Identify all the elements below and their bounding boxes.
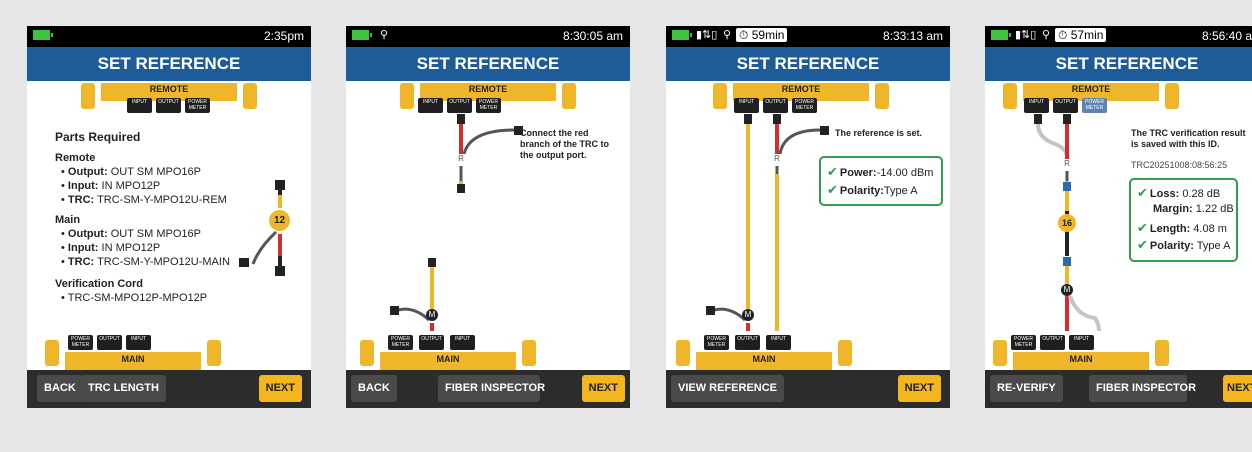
main-label: MAIN xyxy=(752,354,776,364)
m-marker: M xyxy=(742,309,754,321)
reference-result-box: ✔ Power:-14.00 dBm ✔ Polarity:Type A xyxy=(819,156,943,206)
r-marker: R xyxy=(1062,159,1072,171)
main-label: MAIN xyxy=(1069,354,1093,364)
verification-result-box: ✔ Loss: 0.28 dB Margin: 1.22 dB ✔ Length: … xyxy=(1129,178,1238,262)
port-input: INPUT xyxy=(1069,335,1094,350)
polarity-row: ✔ Polarity:Type A xyxy=(827,182,918,197)
check-icon: ✔ xyxy=(827,164,838,179)
fiber-inspector-button[interactable]: FIBER INSPECTOR xyxy=(438,375,545,402)
power-row: ✔ Power:-14.00 dBm xyxy=(827,164,934,179)
m-marker: M xyxy=(1061,284,1073,296)
main-unit: POWER METER OUTPUT INPUT MAIN xyxy=(45,326,221,370)
port-input: INPUT xyxy=(126,335,151,350)
main-label: MAIN xyxy=(436,354,460,364)
screen-reference-set: ▮⇅▯ ⚲ ⏱ 59min 8:33:13 am SET REFERENCE R… xyxy=(666,26,950,408)
fiber-inspector-button[interactable]: FIBER INSPECTOR xyxy=(1089,375,1196,402)
port-output: OUTPUT xyxy=(1040,335,1065,350)
bottom-bar: VIEW REFERENCE NEXT xyxy=(666,370,950,408)
port-input: INPUT xyxy=(766,335,791,350)
m-marker: M xyxy=(426,309,438,321)
view-reference-button[interactable]: VIEW REFERENCE xyxy=(671,375,785,402)
port-output: OUTPUT xyxy=(735,335,760,350)
port-output: OUTPUT xyxy=(97,335,122,350)
port-power-meter: POWER METER xyxy=(68,335,93,350)
port-power-meter: POWER METER xyxy=(704,335,729,350)
main-unit: POWER METER OUTPUT INPUT MAIN xyxy=(993,326,1169,370)
reverify-button[interactable]: RE-VERIFY xyxy=(990,375,1063,402)
r-marker: R xyxy=(772,154,782,166)
trc-length-button[interactable]: TRC LENGTH xyxy=(81,375,166,402)
back-button[interactable]: BACK xyxy=(351,375,397,402)
bottom-bar: RE-VERIFY FIBER INSPECTOR NEXT xyxy=(985,370,1252,408)
check-icon: ✔ xyxy=(827,182,838,197)
fiber-count-badge: 12 xyxy=(269,210,290,231)
main-label: MAIN xyxy=(121,354,145,364)
check-icon: ✔ xyxy=(1137,185,1148,200)
main-unit: POWER METER OUTPUT INPUT MAIN xyxy=(360,326,536,370)
next-button[interactable]: NEXT xyxy=(581,375,625,402)
port-power-meter: POWER METER xyxy=(388,335,413,350)
length-row: ✔ Length: 4.08 m xyxy=(1137,220,1227,235)
bottom-bar: BACK TRC LENGTH NEXT xyxy=(27,370,311,408)
result-id: TRC20251008:08:56:25 xyxy=(1131,160,1228,170)
check-icon: ✔ xyxy=(1137,237,1148,252)
margin-row: Margin: 1.22 dB xyxy=(1153,203,1234,215)
port-input: INPUT xyxy=(450,335,475,350)
next-button[interactable]: NEXT xyxy=(897,375,941,402)
fiber-count-badge: 16 xyxy=(1058,214,1076,232)
polarity-row: ✔ Polarity: Type A xyxy=(1137,237,1231,252)
screen-verification-result: ▮⇅▯ ⚲ ⏱ 57min 8:56:40 a SET REFERENCE RE… xyxy=(985,26,1252,408)
screen-connect-output: ⚲ 8:30:05 am SET REFERENCE REMOTE INPUT … xyxy=(346,26,630,408)
reference-message: The reference is set. xyxy=(835,128,923,138)
back-button[interactable]: BACK xyxy=(37,375,83,402)
r-marker: R xyxy=(456,154,466,166)
port-output: OUTPUT xyxy=(419,335,444,350)
verification-message: The TRC verification result is saved wit… xyxy=(1131,128,1246,149)
check-icon: ✔ xyxy=(1137,220,1148,235)
instruction-text: Connect the red branch of the TRC to the… xyxy=(520,128,609,160)
bottom-bar: BACK FIBER INSPECTOR NEXT xyxy=(346,370,630,408)
next-button[interactable]: NEXT xyxy=(258,375,302,402)
port-power-meter: POWER METER xyxy=(1011,335,1036,350)
next-button[interactable]: NEXT xyxy=(1223,375,1252,402)
screen-parts-required: 2:35pm SET REFERENCE REMOTE INPUT OUTPUT… xyxy=(27,26,311,408)
loss-row: ✔ Loss: 0.28 dB xyxy=(1137,185,1221,200)
main-unit: POWER METER OUTPUT INPUT MAIN xyxy=(676,326,852,370)
